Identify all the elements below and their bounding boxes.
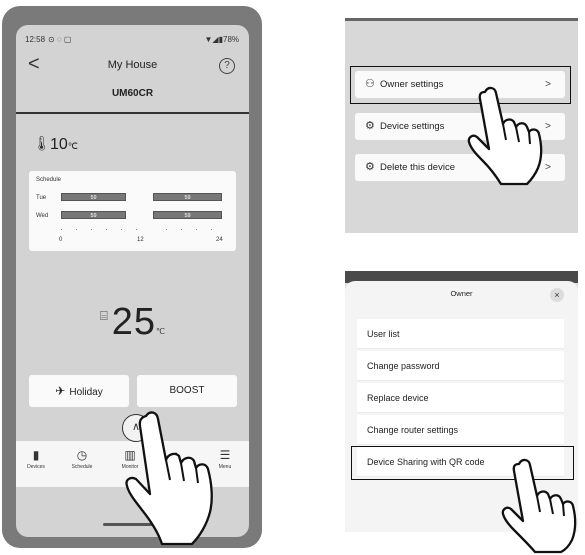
status-icons: ⊙ ◌ ▢: [48, 35, 72, 44]
schedule-bar: 59: [153, 193, 222, 201]
set-temperature-unit: ℃: [156, 327, 166, 336]
pointing-hand-icon: [467, 86, 543, 186]
airplane-icon: ✈︎: [55, 384, 66, 398]
set-temperature: ⌸ 25℃: [16, 301, 249, 344]
devices-icon: ▮: [32, 448, 40, 462]
current-temperature-value: 10: [50, 136, 68, 153]
status-battery: ▼◢▮78%: [204, 35, 239, 44]
change-password-item[interactable]: Change password: [357, 351, 564, 381]
tab-menu-label: Menu: [218, 464, 232, 470]
schedule-tick-12: 12: [137, 237, 144, 243]
replace-device-item[interactable]: Replace device: [357, 383, 564, 413]
page-title: My House: [107, 59, 158, 71]
schedule-day-tue: Tue: [36, 195, 47, 201]
schedule-tick-24: 24: [216, 237, 223, 243]
schedule-day-wed: Wed: [36, 213, 49, 219]
current-temperature: 10℃: [50, 136, 78, 154]
boost-button[interactable]: BOOST: [137, 375, 237, 407]
schedule-card[interactable]: Schedule Tue 59 59 Wed 59 59 0 12 24: [29, 171, 236, 251]
schedule-title: Schedule: [36, 177, 62, 183]
device-settings-label: Device settings: [380, 121, 445, 132]
schedule-bar: 59: [61, 211, 126, 219]
schedule-tick-0: 0: [59, 237, 63, 243]
tab-schedule[interactable]: ◷ Schedule: [62, 448, 102, 470]
gear-icon: ⚙: [365, 120, 375, 132]
tab-devices-label: Devices: [27, 464, 45, 470]
heater-icon: ⌸: [99, 308, 108, 323]
holiday-button[interactable]: ✈︎ Holiday: [29, 375, 129, 407]
holiday-button-label: Holiday: [69, 387, 103, 398]
device-name: UM60CR: [111, 88, 154, 99]
change-router-settings-item[interactable]: Change router settings: [357, 415, 564, 445]
header-divider: [16, 112, 249, 114]
set-temperature-value: 25: [111, 301, 157, 343]
tab-schedule-label: Schedule: [71, 464, 93, 470]
pointing-hand-icon: [125, 411, 213, 546]
delete-device-label: Delete this device: [380, 162, 455, 173]
tab-devices[interactable]: ▮ Devices: [16, 448, 56, 470]
help-button[interactable]: ?: [219, 58, 235, 74]
status-bar: 12:58 ⊙ ◌ ▢ ▼◢▮78%: [16, 25, 249, 51]
user-list-item[interactable]: User list: [357, 319, 564, 349]
gear-icon: ⚙: [365, 161, 375, 173]
current-temperature-unit: ℃: [67, 141, 78, 151]
schedule-bar: 59: [153, 211, 222, 219]
sheet-title: Owner: [450, 289, 473, 298]
schedule-icon: ◷: [76, 448, 88, 462]
status-time: 12:58: [25, 35, 46, 44]
close-icon: ×: [554, 290, 560, 300]
pointing-hand-icon: [501, 458, 577, 554]
schedule-bar: 59: [61, 193, 126, 201]
close-button[interactable]: ×: [550, 288, 564, 302]
thermometer-icon: 🌡︎: [33, 135, 51, 151]
